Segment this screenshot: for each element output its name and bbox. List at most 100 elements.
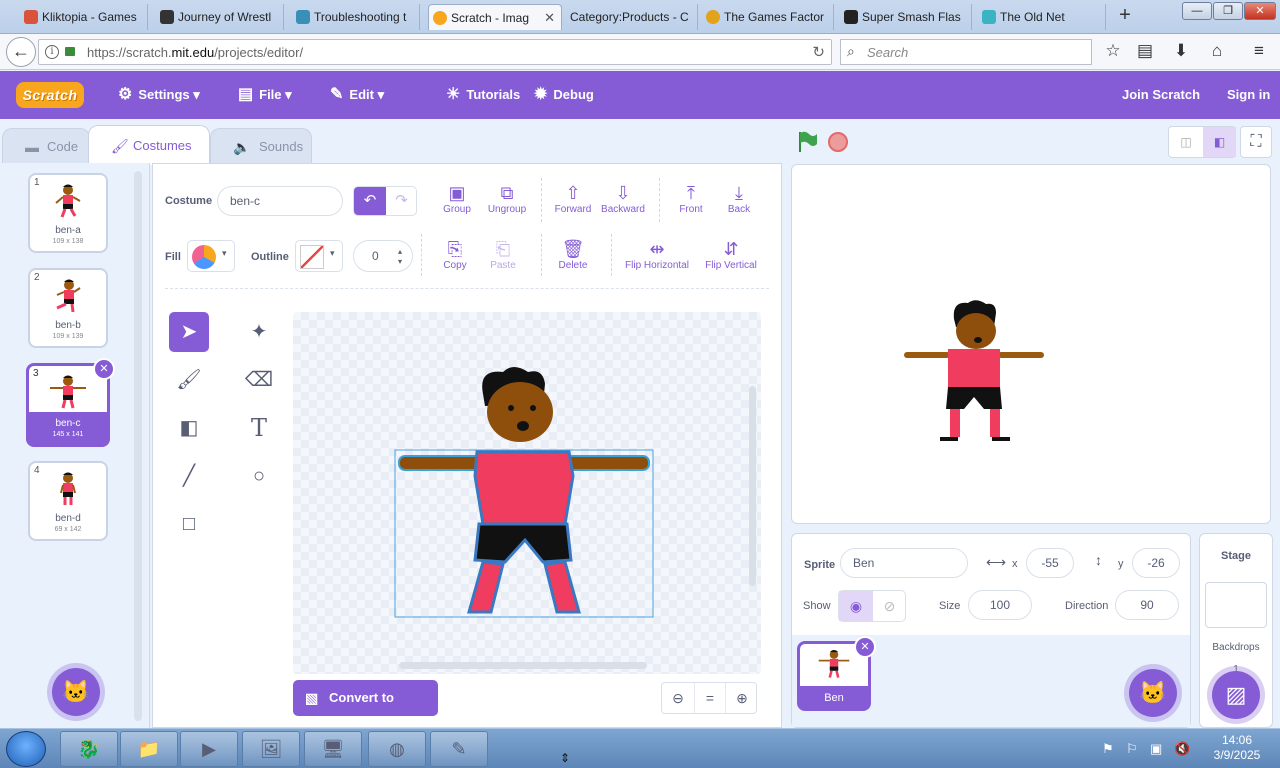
eye-icon[interactable]: ◉	[839, 591, 873, 621]
browser-tab[interactable]: Journey of Wrestl	[156, 4, 284, 30]
stage-canvas[interactable]	[791, 164, 1271, 524]
delete-sprite-icon[interactable]: ✕	[854, 636, 876, 658]
costume-item-selected[interactable]: 3 ben-c 145 x 141 ✕	[26, 358, 115, 447]
browser-tab[interactable]: The Old Net	[978, 4, 1106, 30]
fill-color-picker[interactable]: ▾	[187, 240, 235, 272]
taskbar-explorer-icon[interactable]: 📁	[120, 731, 178, 767]
debug-button[interactable]: ✹ Debug	[534, 71, 594, 119]
x-position-input[interactable]: -55	[1026, 548, 1074, 578]
outline-color-picker[interactable]: ▾	[295, 240, 343, 272]
line-tool[interactable]: ╱	[169, 456, 209, 496]
undo-icon[interactable]: ↶	[354, 187, 386, 215]
browser-tab[interactable]: Troubleshooting t	[292, 4, 420, 30]
taskbar-smash-icon[interactable]: ✎	[430, 731, 488, 767]
y-position-input[interactable]: -26	[1132, 548, 1180, 578]
browser-tab[interactable]: Kliktopia - Games	[20, 4, 148, 30]
close-window-icon[interactable]: ✕	[1244, 2, 1276, 20]
taskbar-app-dragon-icon[interactable]: 🐉	[60, 731, 118, 767]
costume-name-input[interactable]: ben-c	[217, 186, 343, 216]
volume-muted-icon[interactable]: 🔇	[1174, 741, 1190, 757]
taskbar-gf-icon[interactable]: ◍	[368, 731, 426, 767]
minimize-icon[interactable]: —	[1182, 2, 1212, 20]
large-stage-icon[interactable]: ◧	[1203, 127, 1236, 157]
info-icon[interactable]: i	[45, 45, 59, 59]
start-button-icon[interactable]	[6, 731, 46, 767]
eraser-tool[interactable]: ⌫	[239, 360, 279, 400]
stage-selector-panel[interactable]: Stage Backdrops 1 ▨	[1199, 533, 1273, 728]
tutorials-button[interactable]: ☀ Tutorials	[446, 71, 520, 119]
outline-width-stepper[interactable]: 0 ▴ ▾	[353, 240, 413, 272]
sprite-thumbnail-ben[interactable]: Ben ✕	[797, 636, 876, 711]
green-flag-icon[interactable]	[795, 130, 819, 154]
hamburger-menu-icon[interactable]: ≡	[1248, 40, 1270, 62]
paint-canvas[interactable]	[293, 312, 761, 674]
canvas-horizontal-scrollbar[interactable]	[399, 662, 647, 669]
text-tool[interactable]: T	[239, 408, 279, 448]
browser-tab[interactable]: Category:Products - C	[566, 4, 698, 30]
browser-tab[interactable]: Super Smash Flas	[840, 4, 972, 30]
flag-icon[interactable]: ⚐	[1126, 741, 1138, 757]
ben-sprite[interactable]	[902, 299, 1050, 443]
size-input[interactable]: 100	[968, 590, 1032, 620]
brush-tool[interactable]: 🖌	[169, 360, 209, 400]
ungroup-button[interactable]: ⧉ Ungroup	[475, 182, 539, 215]
system-clock[interactable]: 14:06 3/9/2025	[1200, 733, 1274, 763]
zoom-reset-button[interactable]: =	[694, 683, 726, 713]
taskbar-control-panel-icon[interactable]: 🖥	[304, 731, 362, 767]
backward-button[interactable]: ⇩ Backward	[591, 182, 655, 215]
select-tool[interactable]: ➤	[169, 312, 209, 352]
choose-costume-button[interactable]: 🐱	[52, 668, 100, 716]
network-icon[interactable]: ▣	[1150, 741, 1162, 757]
choose-backdrop-button[interactable]: ▨	[1212, 671, 1260, 719]
convert-to-bitmap-button[interactable]: ▧Convert to Bitmap	[293, 680, 438, 741]
stage-thumbnail[interactable]	[1205, 582, 1267, 628]
scratch-logo[interactable]: Scratch	[16, 82, 84, 108]
sprite-name-input[interactable]: Ben	[840, 548, 968, 578]
browser-tab-active[interactable]: Scratch - Imag ✕	[428, 4, 562, 30]
fullscreen-icon[interactable]: ⛶	[1240, 126, 1272, 158]
reload-icon[interactable]: ↻	[812, 43, 825, 61]
costume-item[interactable]: 4 ben-d 69 x 142	[28, 461, 108, 541]
costume-item[interactable]: 1 ben-a 109 x 138	[28, 173, 108, 253]
bookmark-star-icon[interactable]: ☆	[1102, 40, 1124, 62]
stepper-arrows-icon[interactable]: ▴ ▾	[398, 241, 402, 267]
canvas-vertical-scrollbar[interactable]	[749, 386, 756, 586]
small-stage-icon[interactable]: ◫	[1169, 127, 1203, 157]
search-input[interactable]: ⌕ Search	[840, 39, 1092, 65]
redo-icon[interactable]: ↷	[386, 187, 417, 215]
home-icon[interactable]: ⌂	[1206, 40, 1228, 62]
sign-in-link[interactable]: Sign in	[1227, 71, 1270, 119]
costume-list-scrollbar[interactable]	[134, 171, 142, 721]
close-tab-icon[interactable]: ✕	[544, 5, 555, 30]
zoom-out-icon[interactable]: ⊖	[662, 683, 694, 713]
download-icon[interactable]: ⬇	[1170, 40, 1192, 62]
browser-tab[interactable]: The Games Factor	[702, 4, 834, 30]
settings-menu[interactable]: ⚙ Settings ▾	[118, 71, 200, 119]
taskbar-media-icon[interactable]: ▶	[180, 731, 238, 767]
taskbar-photo-icon[interactable]: 🖼	[242, 731, 300, 767]
join-scratch-link[interactable]: Join Scratch	[1122, 71, 1200, 119]
rectangle-tool[interactable]: □	[169, 504, 209, 544]
back-arrow-icon[interactable]: ←	[6, 37, 36, 67]
delete-button[interactable]: 🗑 Delete	[541, 238, 605, 271]
costume-item[interactable]: 2 ben-b 109 x 139	[28, 268, 108, 348]
tab-sounds[interactable]: 🔈 Sounds	[210, 128, 312, 164]
choose-sprite-button[interactable]: 🐱	[1129, 669, 1177, 717]
back-button[interactable]: ⤓ Back	[707, 182, 771, 215]
reshape-tool[interactable]: ✦	[239, 312, 279, 352]
paste-button[interactable]: ⎗ Paste	[471, 238, 535, 271]
restore-icon[interactable]: ❐	[1213, 2, 1243, 20]
stop-icon[interactable]	[828, 132, 848, 152]
delete-costume-icon[interactable]: ✕	[93, 358, 115, 380]
fill-tool[interactable]: ◧	[169, 408, 209, 448]
file-menu[interactable]: ▤ File ▾	[238, 71, 292, 119]
tab-code[interactable]: ▬ Code	[2, 128, 90, 164]
url-bar[interactable]: i https://scratch.mit.edu/projects/edito…	[38, 39, 832, 65]
tab-costumes[interactable]: 🖌 Costumes	[88, 125, 210, 165]
new-tab-button[interactable]: +	[1112, 4, 1138, 28]
edit-menu[interactable]: ✎ Edit ▾	[330, 71, 384, 119]
zoom-in-icon[interactable]: ⊕	[726, 683, 758, 713]
flip-horizontal-button[interactable]: ⇹ Flip Horizontal	[615, 238, 699, 271]
circle-tool[interactable]: ○	[239, 456, 279, 496]
flip-vertical-button[interactable]: ⇵ Flip Vertical	[697, 238, 765, 271]
